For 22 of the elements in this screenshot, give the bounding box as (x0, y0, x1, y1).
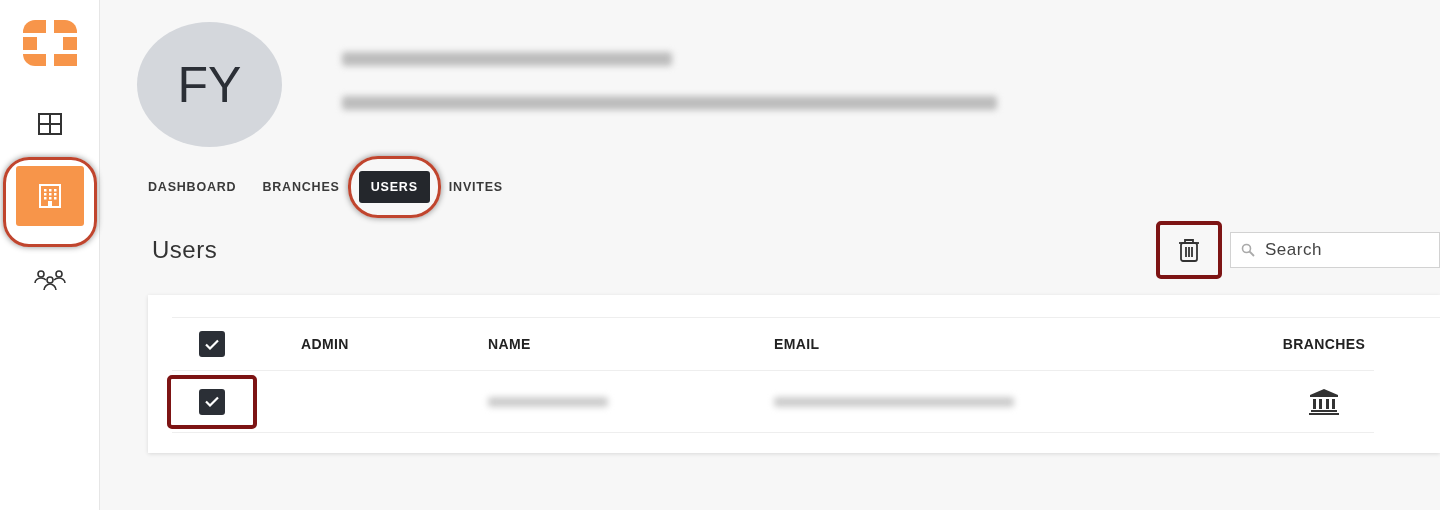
column-header: NAME (488, 336, 531, 352)
bank-icon (1309, 388, 1339, 415)
tab[interactable]: USERS (358, 171, 430, 203)
building-icon (36, 183, 63, 209)
check-icon (204, 338, 219, 350)
people-icon (32, 269, 67, 291)
checkbox[interactable] (198, 388, 225, 415)
column-header: ADMIN (301, 336, 349, 352)
column-header: BRANCHES (1282, 336, 1366, 352)
checkbox[interactable] (198, 331, 225, 357)
avatar: FY (137, 22, 282, 147)
trash-icon (1178, 238, 1200, 262)
column-header: EMAIL (774, 336, 820, 352)
logo (22, 20, 77, 66)
section-title: Users (152, 236, 219, 264)
search-field[interactable]: Search (1230, 232, 1440, 268)
check-icon (204, 396, 219, 407)
delete-button[interactable] (1156, 221, 1222, 279)
grid-icon (36, 112, 63, 136)
tab[interactable]: INVITES (448, 172, 503, 202)
tab[interactable]: BRANCHES (262, 172, 340, 202)
tab[interactable]: DASHBOARD (148, 172, 237, 202)
